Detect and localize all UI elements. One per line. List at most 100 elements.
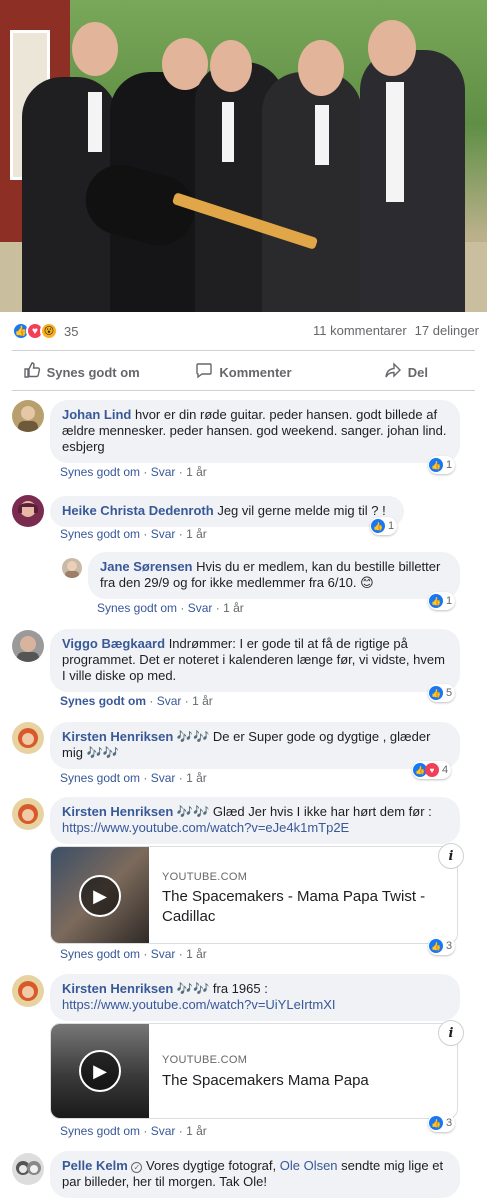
- comment-text: Vores dygtige fotograf,: [146, 1158, 277, 1173]
- play-icon: ▶: [79, 1050, 121, 1092]
- link-preview-title: The Spacemakers - Mama Papa Twist - Cadi…: [162, 888, 426, 925]
- comment-timestamp[interactable]: 1 år: [192, 694, 213, 708]
- like-reaction-icon: 👍: [371, 519, 385, 533]
- shares-count-link[interactable]: 17 delinger: [415, 323, 479, 338]
- avatar[interactable]: [62, 558, 82, 578]
- comment-button[interactable]: Kommenter: [162, 355, 324, 389]
- reaction-count: 35: [64, 323, 79, 339]
- comment-actions: Synes godt om · Svar · 1 år: [60, 465, 207, 479]
- link-preview-title: The Spacemakers Mama Papa: [162, 1072, 369, 1089]
- comment-bubble: Jane Sørensen Hvis du er medlem, kan du …: [88, 552, 460, 599]
- like-button[interactable]: Synes godt om: [0, 355, 162, 389]
- mention-link[interactable]: Ole Olsen: [280, 1158, 338, 1173]
- comment-actions: Synes godt om · Svar · 1 år: [60, 1124, 207, 1138]
- like-reaction-icon: 👍: [429, 1116, 443, 1130]
- comment-like-link[interactable]: Synes godt om: [97, 601, 177, 615]
- avatar[interactable]: [12, 975, 44, 1007]
- comment-reply-link[interactable]: Svar: [151, 947, 176, 961]
- comment-author[interactable]: Kirsten Henriksen 🎶🎶: [62, 729, 209, 744]
- like-reaction-icon: 👍: [429, 458, 443, 472]
- comment-timestamp[interactable]: 1 år: [186, 465, 207, 479]
- comment-text: fra 1965 :: [212, 981, 268, 996]
- comment-author[interactable]: Kirsten Henriksen 🎶🎶: [62, 804, 209, 819]
- comment-author[interactable]: Johan Lind: [62, 407, 131, 422]
- comment-author[interactable]: Pelle Kelm: [62, 1158, 128, 1173]
- post-stats: 11 kommentarer 17 delinger: [313, 323, 479, 338]
- link-preview-card[interactable]: ▶ YOUTUBE.COM The Spacemakers - Mama Pap…: [50, 846, 458, 944]
- comment-reaction-badge[interactable]: 👍 5: [428, 684, 456, 702]
- comment-text: Glæd Jer hvis I ikke har hørt dem før :: [212, 804, 432, 819]
- comment-like-link[interactable]: Synes godt om: [60, 1124, 140, 1138]
- avatar[interactable]: [12, 1153, 44, 1185]
- comment-like-link[interactable]: Synes godt om: [60, 465, 140, 479]
- comment-reply-link[interactable]: Svar: [151, 1124, 176, 1138]
- comment-bubble: Viggo Bægkaard Indrømmer: I er gode til …: [50, 629, 460, 692]
- avatar[interactable]: [12, 722, 44, 754]
- avatar[interactable]: [12, 495, 44, 527]
- band-member-5-head: [368, 20, 416, 76]
- comment-bubble: Kirsten Henriksen 🎶🎶 Glæd Jer hvis I ikk…: [50, 797, 460, 844]
- divider: [12, 350, 475, 351]
- comment-bubble: Kirsten Henriksen 🎶🎶 De er Super gode og…: [50, 722, 460, 769]
- comment-timestamp[interactable]: 1 år: [186, 947, 207, 961]
- info-icon[interactable]: i: [438, 1020, 464, 1046]
- thumbs-up-icon: [23, 361, 41, 384]
- comment-author[interactable]: Heike Christa Dedenroth: [62, 503, 214, 518]
- comment-reply-link[interactable]: Svar: [188, 601, 213, 615]
- info-icon[interactable]: i: [438, 843, 464, 869]
- share-button-label: Del: [407, 364, 428, 380]
- comment-reply-link[interactable]: Svar: [151, 527, 176, 541]
- band-member-1-head: [72, 22, 118, 76]
- love-reaction-icon: ♥: [425, 763, 439, 777]
- comment-timestamp[interactable]: 1 år: [186, 1124, 207, 1138]
- comment-actions: Synes godt om · Svar · 1 år: [60, 694, 213, 708]
- like-reaction-icon: 👍: [429, 939, 443, 953]
- like-button-label: Synes godt om: [46, 364, 140, 380]
- share-arrow-icon: [384, 361, 402, 384]
- comment-reaction-badge[interactable]: 👍 1: [428, 456, 456, 474]
- comment-reply-link[interactable]: Svar: [157, 694, 182, 708]
- comment-like-link[interactable]: Synes godt om: [60, 694, 146, 708]
- comment-reaction-badge[interactable]: 👍 1: [428, 592, 456, 610]
- comment-like-link[interactable]: Synes godt om: [60, 527, 140, 541]
- like-reaction-icon: 👍: [429, 594, 443, 608]
- comment-text: Jeg vil gerne melde mig til ? !: [217, 503, 386, 518]
- link-preview-card[interactable]: ▶ YOUTUBE.COM The Spacemakers Mama Papa: [50, 1023, 458, 1119]
- post-action-bar: Synes godt om Kommenter Del: [0, 355, 487, 389]
- avatar[interactable]: [12, 400, 44, 432]
- comment-bubble: Pelle Kelm ✓ Vores dygtige fotograf, Ole…: [50, 1151, 460, 1198]
- band-member-4: [262, 72, 362, 312]
- comments-count-link[interactable]: 11 kommentarer: [313, 323, 407, 338]
- comment-reaction-badge[interactable]: 👍 3: [428, 1114, 456, 1132]
- post-photo[interactable]: [0, 0, 487, 312]
- comment-actions: Synes godt om · Svar · 1 år: [97, 601, 244, 615]
- comment-timestamp[interactable]: 1 år: [223, 601, 244, 615]
- comment-reply-link[interactable]: Svar: [151, 465, 176, 479]
- band-member-4-head: [298, 40, 344, 96]
- play-icon: ▶: [79, 875, 121, 917]
- comment-link[interactable]: https://www.youtube.com/watch?v=eJe4k1mT…: [62, 820, 349, 835]
- comment-timestamp[interactable]: 1 år: [186, 527, 207, 541]
- reaction-summary[interactable]: 👍 ♥ 😮 35: [12, 320, 78, 342]
- comment-actions: Synes godt om · Svar · 1 år: [60, 527, 207, 541]
- comment-author[interactable]: Jane Sørensen: [100, 559, 193, 574]
- comment-link[interactable]: https://www.youtube.com/watch?v=UiYLeIrt…: [62, 997, 335, 1012]
- comment-like-link[interactable]: Synes godt om: [60, 771, 140, 785]
- speech-bubble-icon: [195, 361, 213, 384]
- comment-actions: Synes godt om · Svar · 1 år: [60, 947, 207, 961]
- comment-author[interactable]: Kirsten Henriksen 🎶🎶: [62, 981, 209, 996]
- avatar[interactable]: [12, 798, 44, 830]
- comment-reply-link[interactable]: Svar: [151, 771, 176, 785]
- comment-reaction-badge[interactable]: 👍 1: [370, 517, 398, 535]
- avatar[interactable]: [12, 630, 44, 662]
- comment-actions: Synes godt om · Svar · 1 år: [60, 771, 207, 785]
- comment-bubble: Johan Lind hvor er din røde guitar. pede…: [50, 400, 460, 463]
- share-button[interactable]: Del: [325, 355, 487, 389]
- comment-timestamp[interactable]: 1 år: [186, 771, 207, 785]
- comment-reaction-badge[interactable]: 👍 ♥ 4: [412, 761, 452, 779]
- comment-like-link[interactable]: Synes godt om: [60, 947, 140, 961]
- comment-author[interactable]: Viggo Bægkaard: [62, 636, 165, 651]
- comment-bubble: Kirsten Henriksen 🎶🎶 fra 1965 : https://…: [50, 974, 460, 1021]
- comment-reaction-badge[interactable]: 👍 3: [428, 937, 456, 955]
- link-preview-domain: YOUTUBE.COM: [162, 1054, 248, 1066]
